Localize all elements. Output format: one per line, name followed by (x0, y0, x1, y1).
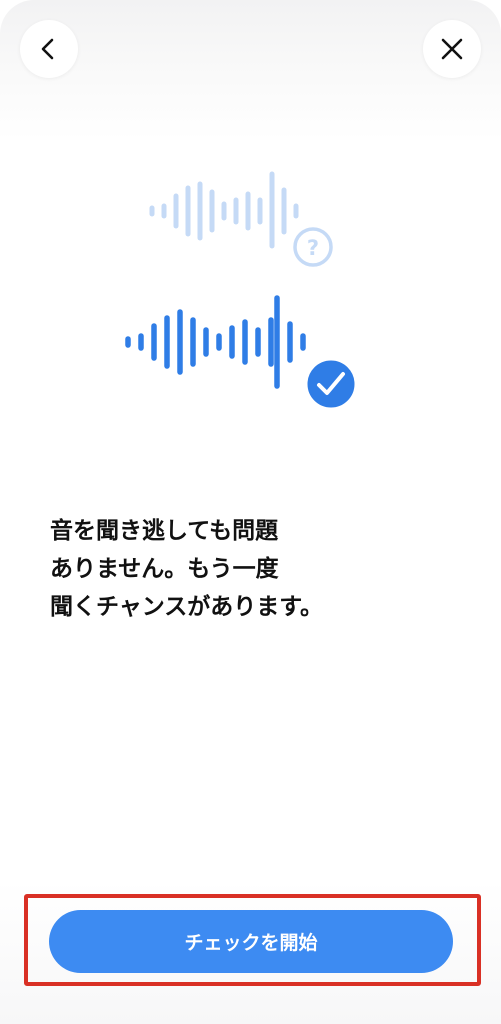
faded-waveform-icon (149, 171, 299, 249)
question-mark-icon: ? (307, 236, 319, 260)
chevron-left-icon (41, 38, 54, 60)
audio-illustration: ? (125, 171, 358, 411)
back-button[interactable] (20, 20, 78, 78)
question-badge: ? (293, 227, 333, 267)
start-check-button[interactable]: チェックを開始 (49, 910, 453, 973)
message-line-1: 音を聞き逃しても問題 (50, 518, 279, 544)
close-icon (441, 38, 463, 60)
info-message: 音を聞き逃しても問題 ありません。もう一度 聞くチャンスがあります。 (50, 512, 450, 626)
active-waveform-icon (125, 295, 306, 389)
message-line-2: ありません。もう一度 (50, 556, 279, 582)
close-button[interactable] (423, 20, 481, 78)
header-background (0, 0, 501, 140)
start-check-label: チェックを開始 (184, 932, 318, 954)
check-badge (304, 357, 358, 411)
message-line-3: 聞くチャンスがあります。 (50, 594, 324, 620)
audio-check-intro-screen: ? 音を聞き逃しても問題 ありません。もう一度 聞くチャンスがあります。 チェッ… (0, 0, 501, 1024)
